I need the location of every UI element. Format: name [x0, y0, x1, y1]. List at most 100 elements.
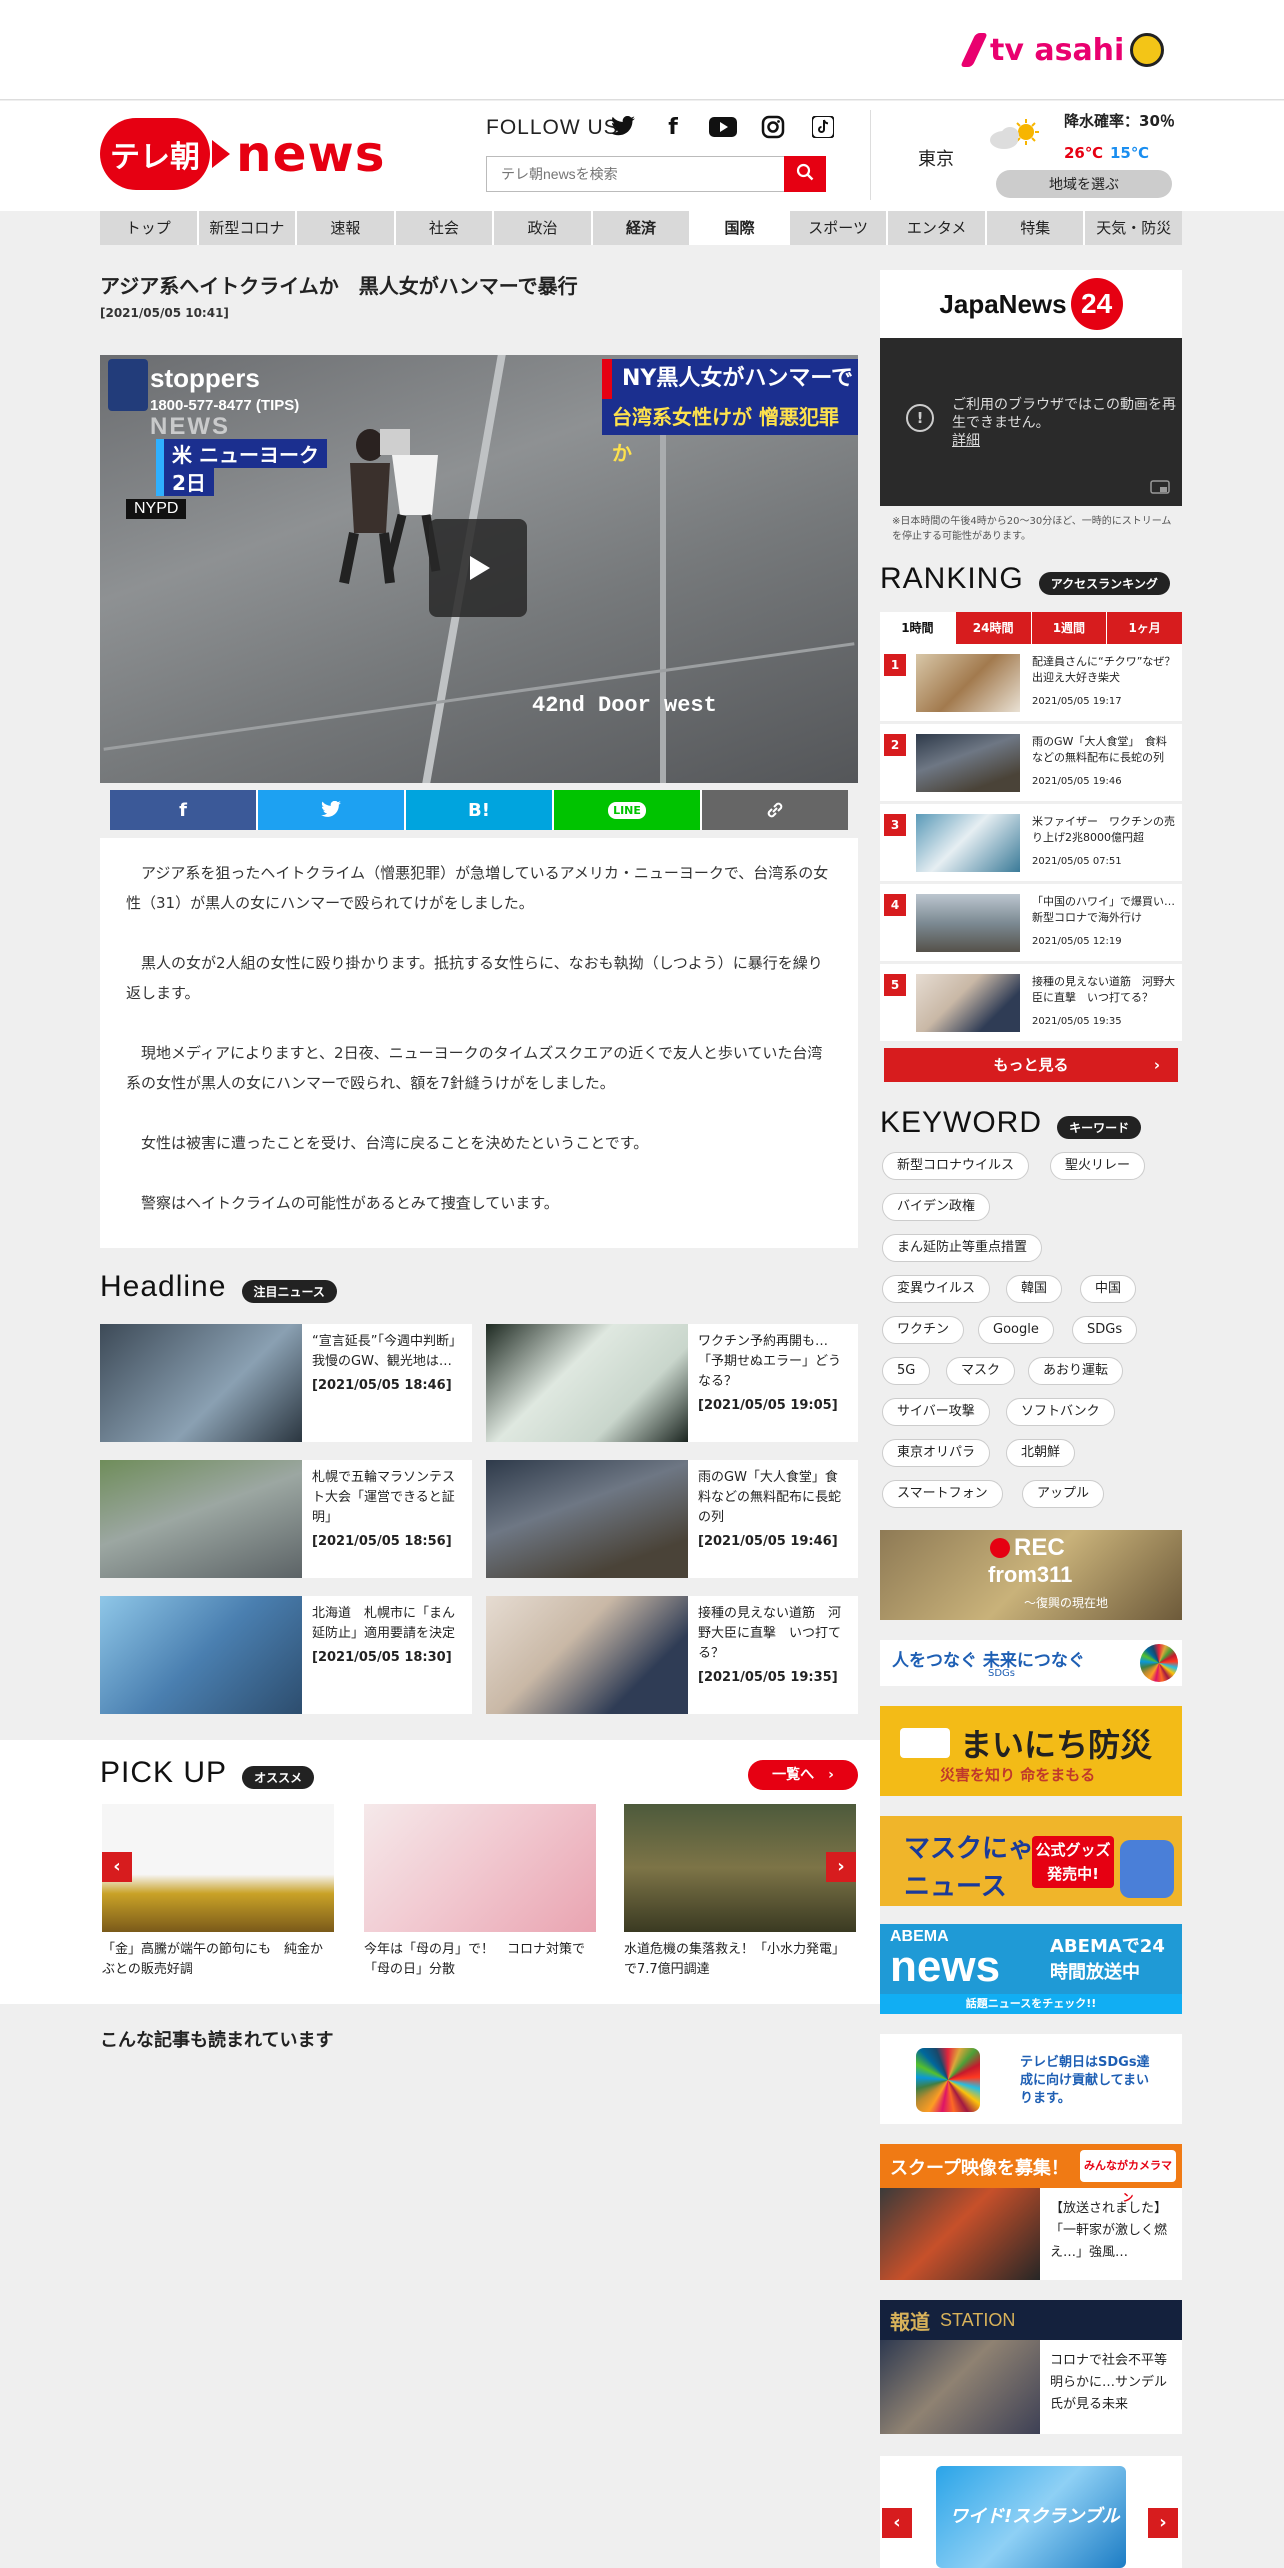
search-button[interactable]	[784, 156, 826, 192]
rec-subtitle: ～復興の現在地	[1024, 1596, 1109, 1610]
ranking-item[interactable]: 3 米ファイザー ワクチンの売り上げ2兆8000億円超 2021/05/05 0…	[880, 804, 1182, 882]
keyword-tag[interactable]: ワクチン	[882, 1316, 965, 1344]
video-error-detail-link[interactable]: 詳細	[952, 433, 980, 449]
tvasahi-logo[interactable]: tv asahi	[960, 30, 1165, 70]
keyword-tag[interactable]: マスク	[946, 1357, 1016, 1385]
article-video-player[interactable]: stoppers 1800-577-8477 (TIPS) NEWS 米 ニュー…	[100, 355, 858, 783]
keyword-tag[interactable]: あおり運転	[1028, 1357, 1124, 1385]
nav-item-entertainment[interactable]: エンタメ	[888, 211, 987, 245]
pickup-card[interactable]: 「金」高騰が端午の節句にも 純金かぶとの販売好調	[102, 1804, 334, 1980]
nav-item-economy[interactable]: 経済	[592, 211, 692, 245]
keyword-tag[interactable]: サイバー攻撃	[882, 1398, 990, 1426]
sdgs-tvasahi-banner[interactable]: テレビ朝日はSDGs達成に向け貢献してまいります。	[880, 2034, 1182, 2124]
mask-nyan-banner[interactable]: マスクにゃん ニュース 公式グッズ発売中!	[880, 1816, 1182, 1906]
scoop-banner[interactable]: スクープ映像を募集！ みんながカメラマン 【放送されました】「一軒家が激しく燃え…	[880, 2144, 1182, 2280]
twitter-icon[interactable]	[608, 112, 638, 142]
pickup-card[interactable]: 水道危機の集落救え！「小水力発電」で7.7億円調達	[624, 1804, 856, 1980]
headline-card[interactable]: “宣言延長”「今週中判断」 我慢のGW、観光地は… [2021/05/05 18:…	[100, 1324, 472, 1442]
keyword-tag[interactable]: 韓国	[1006, 1275, 1063, 1303]
keyword-tag[interactable]: 5G	[882, 1357, 931, 1385]
hodo-station-banner[interactable]: 報道 STATION コロナで社会不平等明らかに…サンデル氏が見る未来	[880, 2300, 1182, 2434]
nav-item-top[interactable]: トップ	[100, 211, 199, 245]
pickup-list-button[interactable]: 一覧へ ›	[748, 1760, 858, 1790]
search-icon	[796, 163, 814, 180]
ranking-item[interactable]: 1 配達員さんに“チクワ”なぜ？ 出迎え大好き柴犬 2021/05/05 19:…	[880, 644, 1186, 722]
headline-card[interactable]: 札幌で五輪マラソンテスト大会「運営できると証明」 [2021/05/05 18:5…	[100, 1460, 472, 1578]
ranking-pill: アクセスランキング	[1038, 572, 1170, 595]
instagram-icon[interactable]	[758, 112, 788, 142]
nav-item-corona[interactable]: 新型コロナ	[198, 211, 298, 245]
keyword-tag[interactable]: 北朝鮮	[1006, 1439, 1076, 1467]
ranking-tab-1h[interactable]: 1時間	[880, 612, 956, 644]
keyword-tag[interactable]: バイデン政権	[882, 1193, 991, 1221]
pip-icon[interactable]	[1150, 480, 1170, 494]
ranking-tab-1m[interactable]: 1ヶ月	[1107, 612, 1182, 644]
pickup-thumbnail	[364, 1804, 596, 1932]
keyword-tag[interactable]: ソフトバンク	[1006, 1398, 1115, 1426]
pickup-prev-arrow-icon[interactable]: ‹	[102, 1852, 132, 1882]
site-logo[interactable]: テレ朝 news	[100, 118, 385, 190]
hodo-thumbnail	[880, 2340, 1040, 2434]
banner-prev-arrow-icon[interactable]: ‹	[882, 2508, 912, 2538]
ranking-tab-24h[interactable]: 24時間	[955, 612, 1032, 644]
scoop-text: 【放送されました】「一軒家が激しく燃え…」強風…	[1050, 2201, 1168, 2260]
nav-item-weather[interactable]: 天気・防災	[1085, 211, 1183, 245]
nav-item-international[interactable]: 国際	[691, 211, 790, 245]
nav-item-sports[interactable]: スポーツ	[789, 211, 889, 245]
abema-24h-text: ABEMAで24時間放送中	[1050, 1936, 1165, 1983]
headline-card[interactable]: 北海道 札幌市に「まん延防止」適用要請を決定 [2021/05/05 18:30]	[100, 1596, 472, 1714]
weather-low: 15℃	[1110, 144, 1150, 162]
headline-card[interactable]: ワクチン予約再開も…「予期せぬエラー」どうなる？ [2021/05/05 19:0…	[486, 1324, 858, 1442]
share-line-button[interactable]: LINE	[554, 790, 702, 830]
keyword-tag[interactable]: まん延防止等重点措置	[882, 1234, 1043, 1262]
ranking-number: 1	[884, 654, 906, 676]
play-button[interactable]	[429, 519, 527, 617]
keyword-tag[interactable]: 中国	[1080, 1275, 1137, 1303]
pickup-card[interactable]: 今年は「母の月」で！ コロナ対策で「母の日」分散	[364, 1804, 596, 1980]
pickup-next-arrow-icon[interactable]: ›	[826, 1852, 856, 1882]
nav-item-breaking[interactable]: 速報	[297, 211, 396, 245]
keyword-tag[interactable]: 東京オリパラ	[882, 1439, 991, 1467]
mainichi-bousai-banner[interactable]: まいにち防災 災害を知り 命をまもる	[880, 1706, 1182, 1796]
share-hatena-button[interactable]: B!	[406, 790, 554, 830]
tiktok-icon[interactable]	[808, 112, 838, 142]
area-select-button[interactable]: 地域を選ぶ	[996, 170, 1172, 198]
search-input[interactable]	[486, 156, 784, 192]
japanews-video-box[interactable]: ! ご利用のブラウザではこの動画を再生できません。 詳細	[880, 338, 1182, 506]
ranking-item[interactable]: 2 雨のGW「大人食堂」 食料などの無料配布に長蛇の列 2021/05/05 1…	[880, 724, 1182, 802]
ranking-more-label: もっと見る	[993, 1056, 1069, 1074]
wide-scramble-banner[interactable]: ワイド!スクランブル ‹ ›	[880, 2456, 1182, 2568]
share-bar: f B! LINE	[110, 790, 848, 830]
scoop-title: スクープ映像を募集！	[890, 2158, 1069, 2179]
headline-card[interactable]: 接種の見えない道筋 河野大臣に直撃 いつ打てる？ [2021/05/05 19:3…	[486, 1596, 858, 1714]
ranking-text: 雨のGW「大人食堂」 食料などの無料配布に長蛇の列	[1032, 735, 1167, 764]
keyword-tag[interactable]: 新型コロナウイルス	[882, 1152, 1030, 1180]
japanews24-logo[interactable]: JapaNews 24	[880, 270, 1182, 338]
youtube-icon[interactable]	[708, 112, 738, 142]
nav-item-society[interactable]: 社会	[395, 211, 495, 245]
banner-next-arrow-icon[interactable]: ›	[1148, 2508, 1178, 2538]
share-link-button[interactable]	[702, 790, 848, 830]
video-crime-stoppers-text: stoppers	[150, 363, 260, 393]
hodo-station-text: STATION	[940, 2310, 1016, 2330]
share-twitter-button[interactable]	[258, 790, 406, 830]
nav-item-features[interactable]: 特集	[986, 211, 1086, 245]
keyword-tag[interactable]: Google	[978, 1316, 1054, 1344]
keyword-tag[interactable]: 聖火リレー	[1050, 1152, 1146, 1180]
ranking-more-button[interactable]: もっと見る ›	[884, 1048, 1178, 1082]
abema-news-banner[interactable]: ABEMA news ABEMAで24時間放送中 話題ニュースをチェック!!	[880, 1924, 1182, 2014]
keyword-tag[interactable]: SDGs	[1072, 1316, 1138, 1344]
keyword-tag[interactable]: 変異ウイルス	[882, 1275, 991, 1303]
rec-from-311-banner[interactable]: REC from311 ～復興の現在地	[880, 1530, 1182, 1620]
share-facebook-button[interactable]: f	[110, 790, 258, 830]
article-paragraph: 黒人の女が2人組の女性に殴り掛かります。抵抗する女性らに、なおも執拗（しつよう）…	[126, 954, 823, 1002]
headline-card[interactable]: 雨のGW「大人食堂」食料などの無料配布に長蛇の列 [2021/05/05 19:4…	[486, 1460, 858, 1578]
sdgs-banner[interactable]: 人をつなぐ 未来につなぐ SDGs	[880, 1640, 1182, 1686]
facebook-icon[interactable]: f	[658, 112, 688, 142]
nav-item-politics[interactable]: 政治	[494, 211, 593, 245]
ranking-item[interactable]: 4 「中国のハワイ」で爆買い…新型コロナで海外行け 2021/05/05 12:…	[880, 884, 1182, 962]
ranking-tab-1w[interactable]: 1週間	[1031, 612, 1108, 644]
ranking-item[interactable]: 5 接種の見えない道筋 河野大臣に直撃 いつ打てる？ 2021/05/05 19…	[880, 964, 1182, 1042]
keyword-tag[interactable]: スマートフォン	[882, 1480, 1003, 1508]
keyword-tag[interactable]: アップル	[1022, 1480, 1105, 1508]
